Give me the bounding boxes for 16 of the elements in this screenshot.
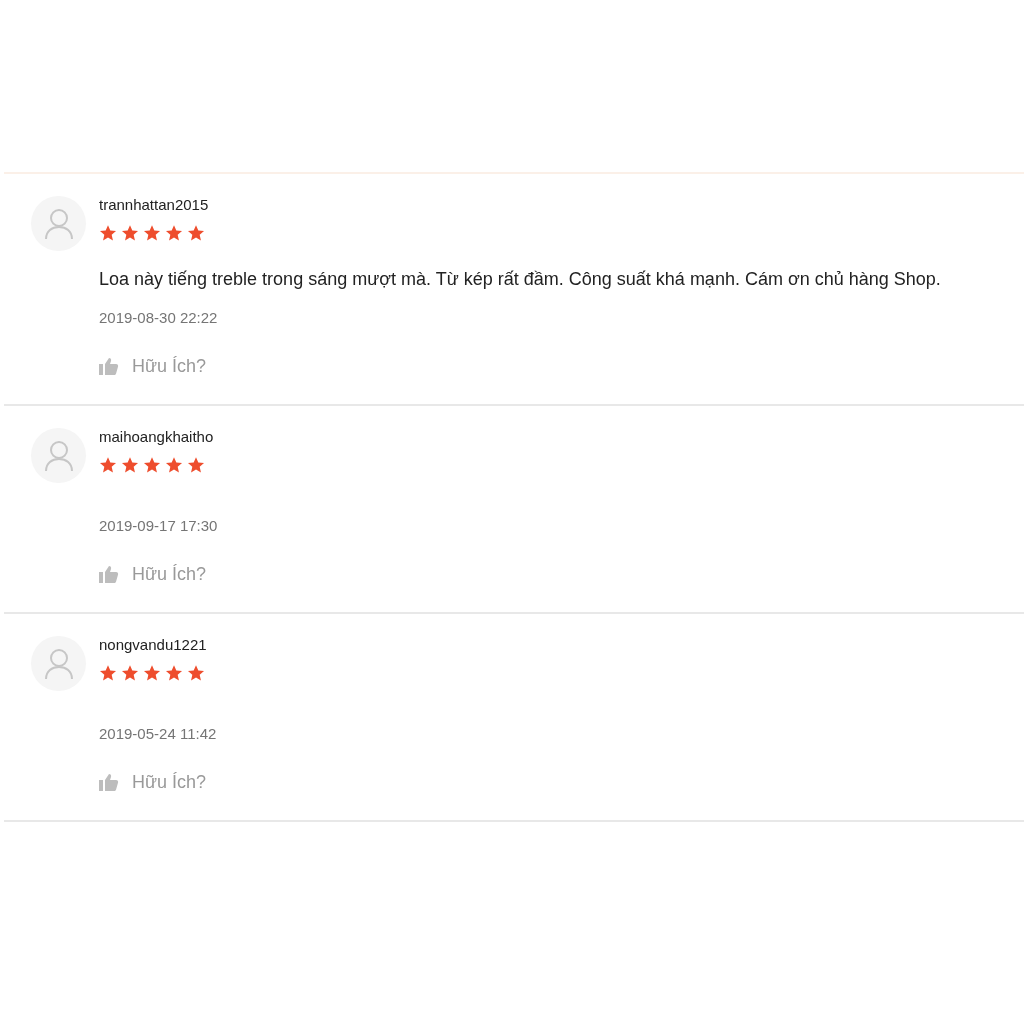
thumbs-up-icon[interactable]	[99, 357, 119, 375]
thumbs-up-icon[interactable]	[99, 773, 119, 791]
helpful-button[interactable]: Hữu Ích?	[132, 354, 207, 378]
thumbs-up-icon[interactable]	[99, 565, 119, 583]
user-icon	[43, 207, 74, 240]
review-date: 2019-09-17 17:30	[99, 516, 219, 536]
review-date: 2019-05-24 11:42	[99, 724, 218, 744]
user-icon	[43, 439, 74, 472]
review-text: Loa này tiếng treble trong sáng mượt mà. Từ kép rất đầm. Công suất khá mạnh. Cám ơn chủ hàng Shop.	[99, 268, 942, 291]
author-name: maihoangkhaitho	[99, 428, 215, 446]
user-icon	[43, 647, 74, 680]
author-name: nongvandu1221	[99, 636, 208, 654]
helpful-button[interactable]: Hữu Ích?	[132, 562, 207, 586]
author-name: trannhattan2015	[99, 196, 210, 214]
review-date: 2019-08-30 22:22	[99, 308, 219, 328]
helpful-button[interactable]: Hữu Ích?	[132, 770, 207, 794]
